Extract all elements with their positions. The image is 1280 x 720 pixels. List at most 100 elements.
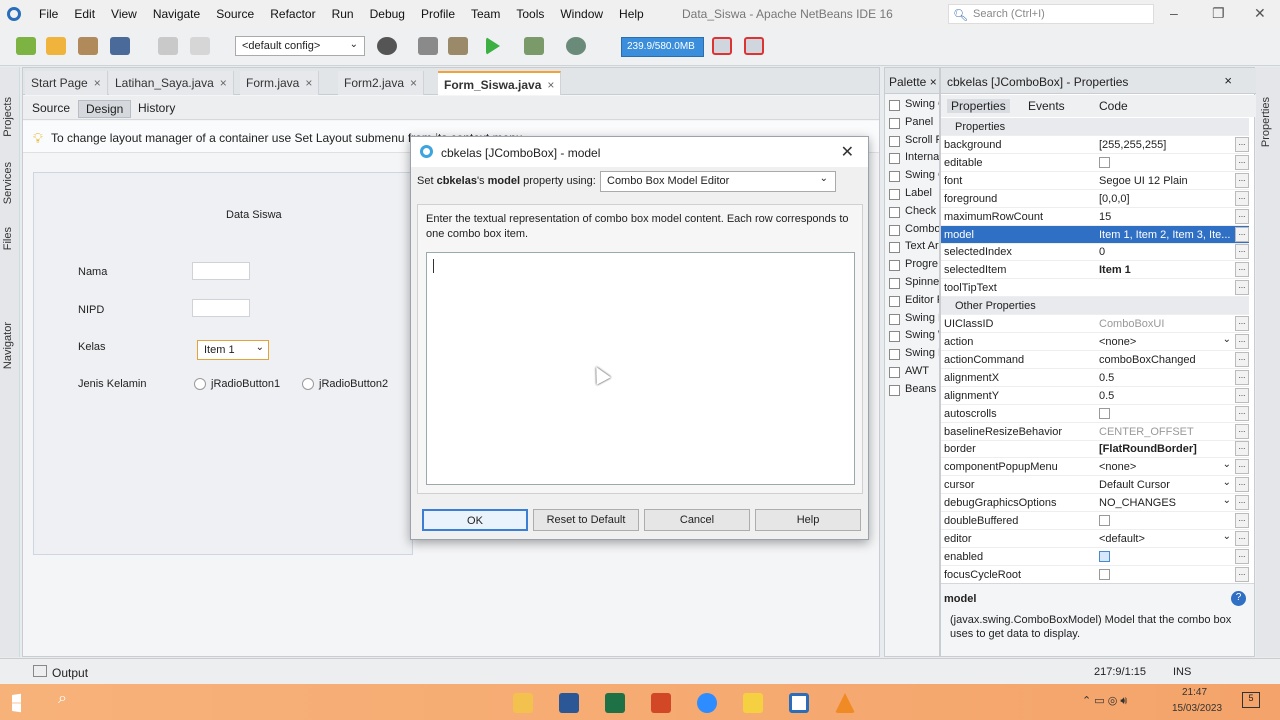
debug-icon[interactable] (524, 37, 544, 55)
editor-select[interactable]: Combo Box Model Editor ⌄ (600, 171, 836, 192)
windows-start-icon[interactable] (12, 693, 21, 713)
property-row-action[interactable]: action <none> ⌄... (941, 333, 1249, 351)
tab-code[interactable]: Code (1099, 99, 1128, 113)
ellipsis-button[interactable]: ... (1235, 495, 1249, 511)
ellipsis-button[interactable]: ... (1235, 244, 1249, 260)
tab-form-siswa[interactable]: Form_Siswa.java × (438, 71, 562, 95)
menu-window[interactable]: Window (552, 7, 611, 21)
help-icon[interactable]: ? (1231, 591, 1246, 606)
gc-icon[interactable] (712, 37, 732, 55)
sidebar-tab-navigator[interactable]: Navigator (2, 322, 14, 369)
property-row-componentPopupMenu[interactable]: componentPopupMenu <none> ⌄... (941, 458, 1249, 477)
tab-history[interactable]: History (131, 100, 182, 116)
sidebar-tab-files[interactable]: Files (2, 227, 14, 250)
file-explorer-icon[interactable] (513, 693, 533, 713)
globe-icon[interactable] (377, 37, 397, 55)
new-file-icon[interactable] (16, 37, 36, 55)
new-project-icon[interactable] (46, 37, 66, 55)
ellipsis-button[interactable]: ... (1235, 316, 1249, 332)
property-row-maximumRowCount[interactable]: maximumRowCount 15... (941, 208, 1249, 226)
search-input[interactable]: 🔍︎ Search (Ctrl+I) (948, 4, 1154, 24)
property-row-actionCommand[interactable]: actionCommand comboBoxChanged... (941, 351, 1249, 369)
menu-navigate[interactable]: Navigate (145, 7, 208, 21)
chevron-down-icon[interactable]: ⌄ (1223, 477, 1231, 488)
notification-icon[interactable]: 5 (1242, 692, 1260, 708)
property-row-model[interactable]: model Item 1, Item 2, Item 3, Ite...... (941, 225, 1249, 244)
property-row-autoscrolls[interactable]: autoscrolls... (941, 405, 1249, 423)
property-row-editor[interactable]: editor <default> ⌄... (941, 530, 1249, 548)
ellipsis-button[interactable]: ... (1235, 137, 1249, 152)
nama-field[interactable] (192, 262, 250, 280)
search-icon[interactable]: ⌕ (58, 690, 67, 708)
model-textarea[interactable] (426, 252, 855, 485)
ellipsis-button[interactable]: ... (1235, 369, 1249, 385)
sidebar-tab-services[interactable]: Services (2, 162, 14, 204)
powerpoint-icon[interactable] (651, 693, 671, 713)
close-window-icon[interactable]: ✕ (1254, 5, 1266, 22)
profile-icon[interactable] (566, 37, 586, 55)
property-row-cursor[interactable]: cursor Default Cursor ⌄... (941, 476, 1249, 495)
property-row-toolTipText[interactable]: toolTipText... (941, 279, 1249, 298)
tab-form[interactable]: Form.java × (240, 71, 320, 95)
property-row-background[interactable]: background [255,255,255]... (941, 136, 1249, 154)
property-row-selectedItem[interactable]: selectedItem Item 1... (941, 261, 1249, 280)
ellipsis-button[interactable]: ... (1235, 172, 1249, 188)
property-checkbox[interactable] (1099, 515, 1110, 526)
property-checkbox[interactable] (1099, 407, 1110, 419)
property-row-font[interactable]: font Segoe UI 12 Plain... (941, 172, 1249, 190)
close-icon[interactable]: × (410, 76, 417, 90)
menu-tools[interactable]: Tools (508, 7, 552, 21)
help-button[interactable]: Help (755, 509, 861, 531)
notes-icon[interactable] (743, 693, 763, 713)
property-checkbox[interactable] (1099, 550, 1110, 562)
property-checkbox[interactable] (1099, 156, 1110, 168)
ellipsis-button[interactable]: ... (1235, 208, 1249, 224)
netbeans-taskbar-icon[interactable] (789, 693, 809, 713)
ellipsis-button[interactable]: ... (1235, 477, 1249, 493)
ellipsis-button[interactable]: ... (1235, 334, 1249, 349)
ellipsis-button[interactable]: ... (1235, 351, 1249, 367)
kelas-combobox[interactable]: Item 1 ⌄ (197, 340, 269, 360)
menu-run[interactable]: Run (324, 7, 362, 21)
ellipsis-button[interactable]: ... (1235, 280, 1249, 296)
ellipsis-button[interactable]: ... (1235, 513, 1249, 528)
nipd-field[interactable] (192, 299, 250, 317)
ellipsis-button[interactable]: ... (1235, 441, 1249, 457)
excel-icon[interactable] (605, 693, 625, 713)
redo-icon[interactable] (190, 37, 210, 55)
vlc-icon[interactable] (835, 693, 855, 713)
ellipsis-button[interactable]: ... (1235, 530, 1249, 546)
close-icon[interactable]: × (930, 75, 937, 89)
property-row-foreground[interactable]: foreground [0,0,0]... (941, 190, 1249, 208)
property-section-header[interactable]: Properties (941, 118, 1249, 136)
property-row-enabled[interactable]: enabled... (941, 548, 1249, 566)
config-select[interactable]: <default config> ⌄ (235, 36, 365, 56)
sidebar-tab-projects[interactable]: Projects (2, 97, 14, 137)
property-row-doubleBuffered[interactable]: doubleBuffered... (941, 512, 1249, 530)
ellipsis-button[interactable]: ... (1235, 154, 1249, 170)
cancel-button[interactable]: Cancel (644, 509, 750, 531)
chevron-down-icon[interactable]: ⌄ (1223, 459, 1231, 470)
property-row-debugGraphicsOptions[interactable]: debugGraphicsOptions NO_CHANGES ⌄... (941, 494, 1249, 513)
property-row-alignmentX[interactable]: alignmentX 0.5... (941, 369, 1249, 387)
tab-latihan-saya[interactable]: Latihan_Saya.java × (109, 71, 234, 95)
close-icon[interactable]: × (220, 76, 227, 90)
open-project-icon[interactable] (78, 37, 98, 55)
restore-icon[interactable]: ❐ (1212, 5, 1225, 22)
profile-ide-icon[interactable] (744, 37, 764, 55)
close-icon[interactable]: × (94, 76, 101, 90)
radio-button-2[interactable] (302, 378, 314, 390)
ellipsis-button[interactable]: ... (1235, 190, 1249, 206)
tab-start-page[interactable]: Start Page × (25, 71, 108, 95)
ellipsis-button[interactable]: ... (1235, 226, 1249, 242)
ellipsis-button[interactable]: ... (1235, 548, 1249, 564)
sidebar-tab-properties[interactable]: Properties (1260, 97, 1272, 147)
close-icon[interactable]: × (547, 78, 554, 92)
menu-help[interactable]: Help (611, 7, 652, 21)
property-row-UIClassID[interactable]: UIClassID ComboBoxUI... (941, 315, 1249, 334)
property-row-alignmentY[interactable]: alignmentY 0.5... (941, 387, 1249, 405)
tab-form2[interactable]: Form2.java × (338, 71, 425, 95)
close-icon[interactable]: × (305, 76, 312, 90)
undo-icon[interactable] (158, 37, 178, 55)
menu-debug[interactable]: Debug (362, 7, 413, 21)
